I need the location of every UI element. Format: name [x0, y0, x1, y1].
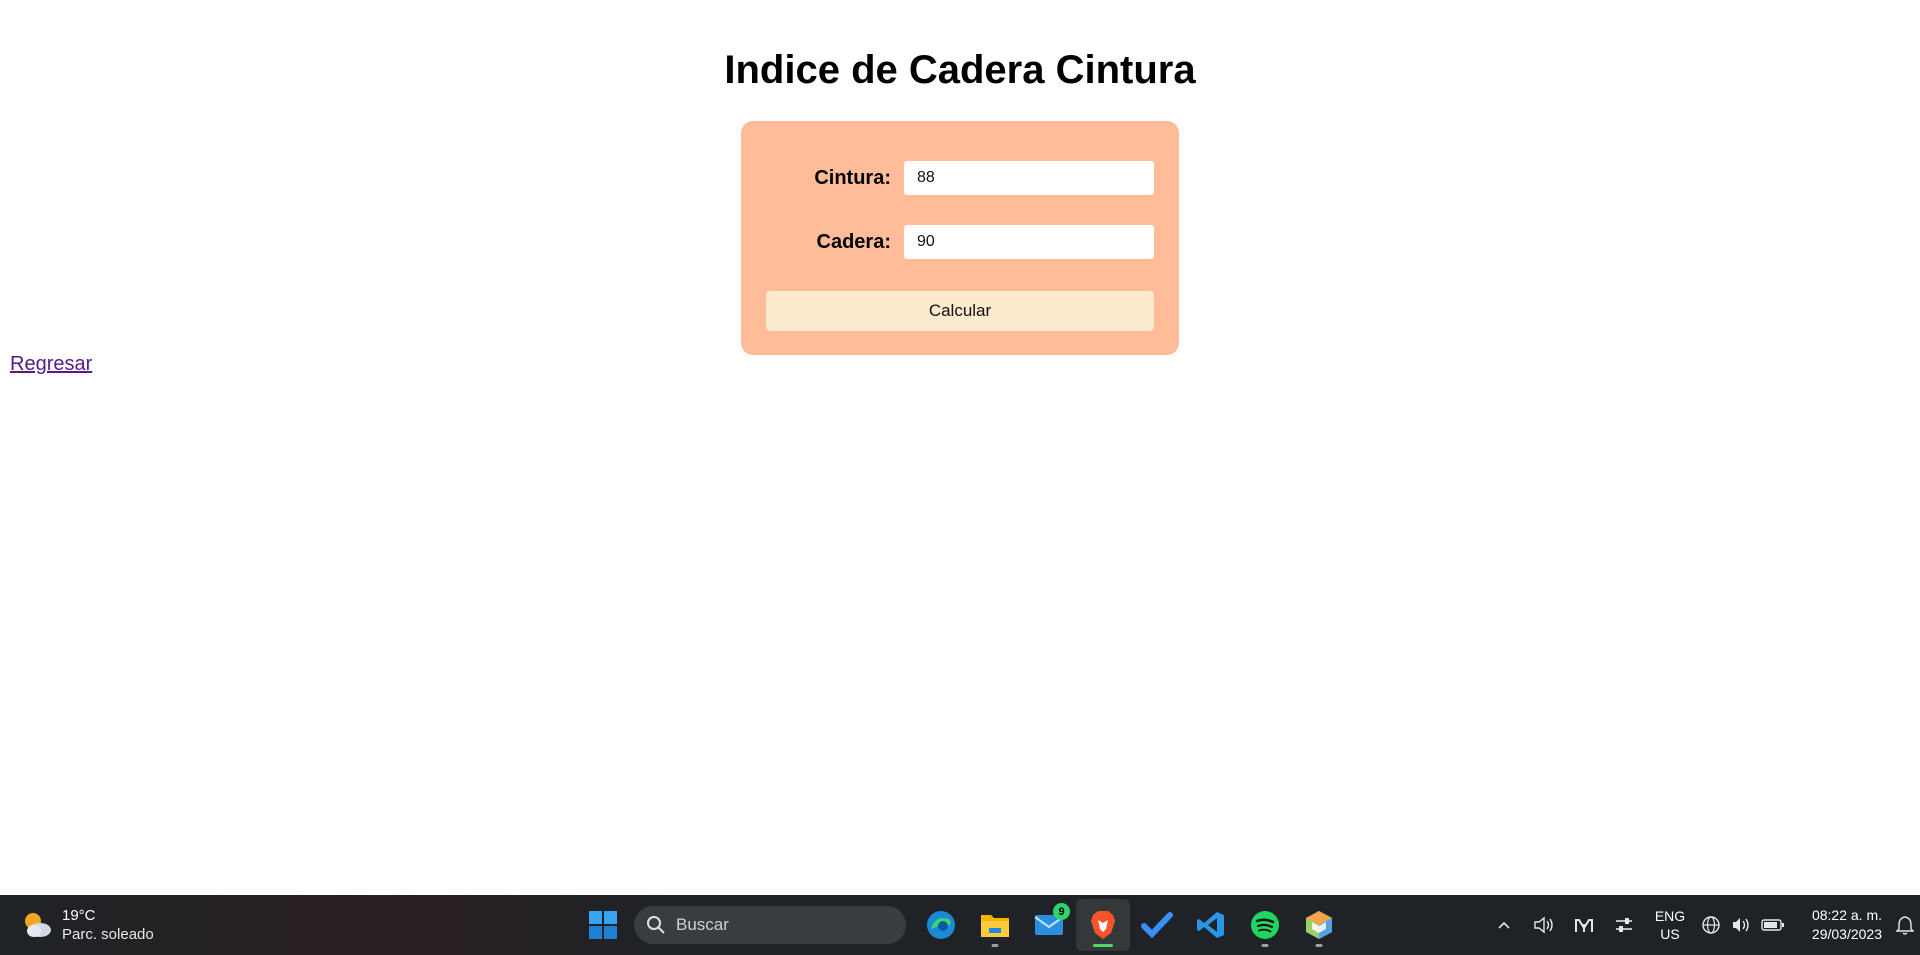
brave-icon — [1091, 911, 1115, 939]
taskbar-app-todo[interactable] — [1130, 899, 1184, 951]
cube-icon — [1306, 911, 1332, 939]
windows-taskbar: 19°C Parc. soleado Buscar 9 ENG US 08:22… — [0, 895, 1920, 955]
running-indicator — [1261, 944, 1269, 947]
battery-icon[interactable] — [1756, 905, 1790, 945]
running-indicator — [1315, 944, 1323, 947]
chevron-up-icon[interactable] — [1484, 905, 1524, 945]
spotify-icon — [1251, 911, 1279, 939]
taskbar-app-vscode[interactable] — [1184, 899, 1238, 951]
taskbar-search[interactable]: Buscar — [634, 906, 906, 944]
clock-date: 29/03/2023 — [1811, 926, 1882, 942]
keyboard-layout: US — [1660, 926, 1680, 942]
regresar-link[interactable]: Regresar — [10, 353, 92, 376]
search-placeholder: Buscar — [676, 915, 729, 934]
cadera-input[interactable] — [904, 225, 1154, 259]
taskbar-apps: Buscar 9 — [580, 895, 1346, 955]
system-tray: ENG US 08:22 a. m. 29/03/2023 — [1484, 895, 1920, 955]
language-indicator[interactable]: ENG US — [1644, 907, 1696, 943]
cintura-input[interactable] — [904, 161, 1154, 195]
active-indicator — [1093, 944, 1113, 947]
settings-sliders-icon[interactable] — [1604, 905, 1644, 945]
mail-badge: 9 — [1053, 903, 1070, 920]
vscode-icon — [1197, 912, 1224, 938]
taskbar-app-mail[interactable]: 9 — [1022, 899, 1076, 951]
calculator-form: Cintura: Cadera: Calcular — [741, 121, 1179, 355]
folder-icon — [981, 915, 1009, 937]
clock[interactable]: 08:22 a. m. 29/03/2023 — [1790, 906, 1882, 944]
cadera-label: Cadera: — [816, 231, 891, 253]
volume-icon[interactable] — [1726, 905, 1756, 945]
partly-sunny-icon — [20, 908, 54, 942]
audio-device-icon[interactable] — [1524, 905, 1564, 945]
taskbar-app-file-explorer[interactable] — [968, 899, 1022, 951]
running-indicator — [991, 944, 999, 947]
calcular-button[interactable]: Calcular — [766, 291, 1154, 331]
browser-page: Indice de Cadera Cintura Cintura: Cadera… — [0, 0, 1920, 895]
clock-time: 08:22 a. m. — [1811, 907, 1882, 923]
notification-bell-icon[interactable] — [1890, 905, 1920, 945]
cintura-label: Cintura: — [814, 167, 891, 189]
weather-description: Parc. soleado — [62, 926, 154, 943]
page-title: Indice de Cadera Cintura — [724, 48, 1196, 92]
search-icon — [646, 915, 666, 935]
taskbar-app-netbeans[interactable] — [1292, 899, 1346, 951]
cadera-row: Cadera: — [741, 225, 1179, 259]
language-code: ENG — [1654, 908, 1686, 924]
weather-temperature: 19°C — [62, 907, 96, 924]
start-button[interactable] — [580, 902, 626, 948]
windows-logo-icon — [589, 911, 617, 939]
taskbar-app-spotify[interactable] — [1238, 899, 1292, 951]
globe-network-icon[interactable] — [1696, 905, 1726, 945]
app-tray-icon[interactable] — [1564, 905, 1604, 945]
checkmark-icon — [1141, 912, 1173, 939]
cintura-row: Cintura: — [741, 161, 1179, 195]
taskbar-app-edge[interactable] — [914, 899, 968, 951]
weather-widget[interactable]: 19°C Parc. soleado — [20, 905, 154, 945]
edge-icon — [927, 911, 955, 939]
taskbar-app-brave[interactable] — [1076, 899, 1130, 951]
